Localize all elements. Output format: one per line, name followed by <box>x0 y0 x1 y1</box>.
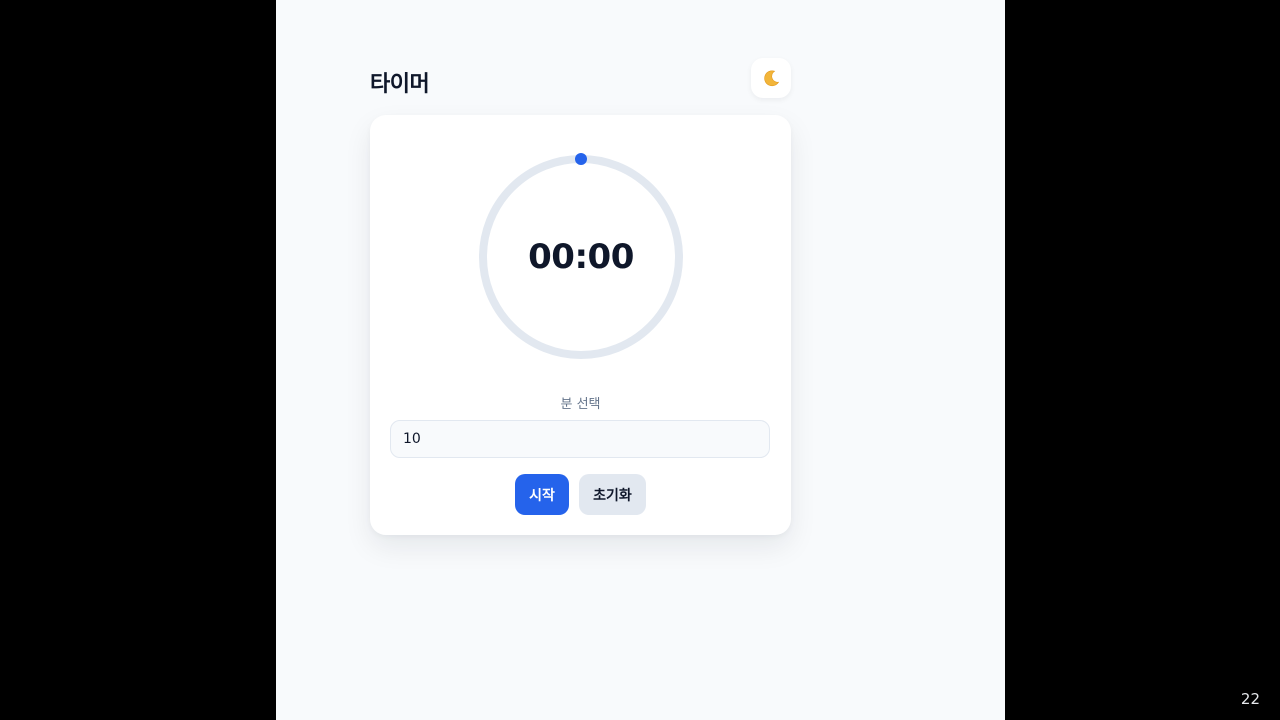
page-title: 타이머 <box>370 72 430 97</box>
progress-ring: 00:00 <box>476 152 686 362</box>
timer-card: 00:00 분 선택 시작 초기화 <box>370 115 791 535</box>
app-viewport: 타이머 00:00 분 선택 시작 초기화 <box>276 0 1005 720</box>
minute-input[interactable] <box>390 420 770 458</box>
minute-select-label: 분 선택 <box>560 397 601 412</box>
moon-icon <box>764 70 780 87</box>
start-button[interactable]: 시작 <box>515 474 569 515</box>
header: 타이머 <box>370 58 791 102</box>
theme-toggle-button[interactable] <box>751 58 791 98</box>
slide-number: 22 <box>1240 690 1260 708</box>
reset-button[interactable]: 초기화 <box>579 474 646 515</box>
time-display: 00:00 <box>528 237 634 277</box>
